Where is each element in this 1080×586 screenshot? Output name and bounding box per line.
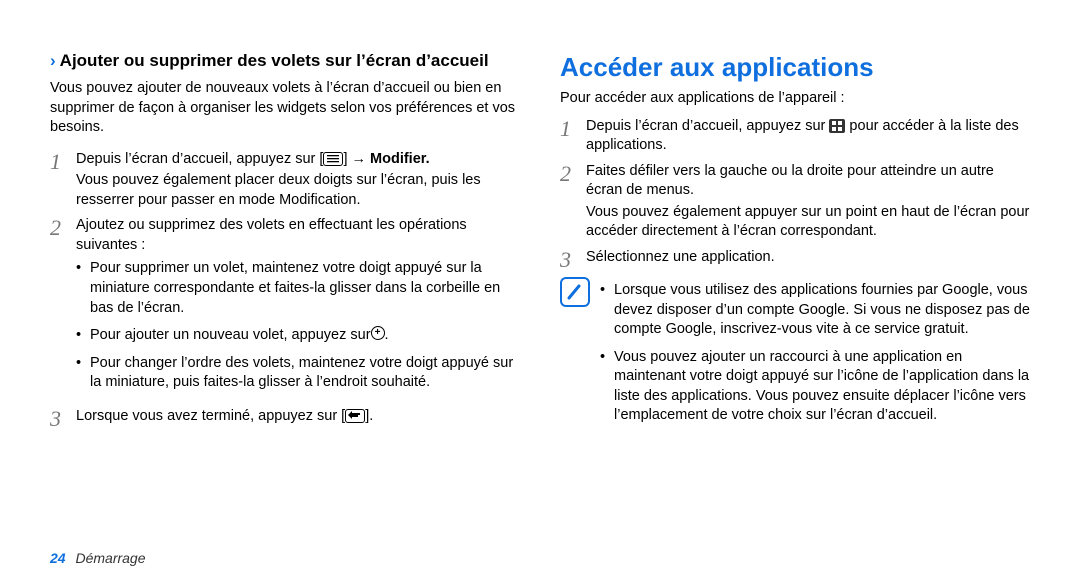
right-step-3: 3 Sélectionnez une application. (560, 248, 1030, 271)
step-text-bold: Modifier. (370, 151, 430, 167)
right-steps: 1 Depuis l’écran d’accueil, appuyez sur … (560, 117, 1030, 271)
menu-key-icon (323, 152, 343, 166)
left-column: › Ajouter ou supprimer des volets sur l’… (50, 50, 520, 436)
step-text: Ajoutez ou supprimez des volets en effec… (76, 217, 467, 253)
left-step-2-bullets: Pour supprimer un volet, maintenez votre… (76, 259, 520, 392)
left-heading-text: Ajouter ou supprimer des volets sur l’éc… (60, 50, 489, 73)
step-text-post: ] → (343, 151, 370, 167)
bullet-text: Lorsque vous utilisez des applications f… (614, 281, 1030, 340)
left-step-1: 1 Depuis l’écran d’accueil, appuyez sur … (50, 150, 520, 211)
step-extra: Vous pouvez également placer deux doigts… (76, 171, 520, 210)
note-block: Lorsque vous utilisez des applications f… (560, 277, 1030, 434)
step-extra: Vous pouvez également appuyer sur un poi… (586, 203, 1030, 242)
bullet-text: Pour supprimer un volet, maintenez votre… (90, 259, 520, 318)
back-key-icon (345, 409, 365, 423)
left-step-2: 2 Ajoutez ou supprimez des volets en eff… (50, 216, 520, 401)
note-icon (560, 277, 590, 307)
step-text: Depuis l’écran d’accueil, appuyez sur [ (76, 151, 323, 167)
add-circle-icon: + (371, 326, 385, 340)
left-subheading: › Ajouter ou supprimer des volets sur l’… (50, 50, 520, 73)
step-number: 1 (50, 150, 76, 211)
list-item: Lorsque vous utilisez des applications f… (600, 281, 1030, 340)
right-step-2: 2 Faites défiler vers la gauche ou la dr… (560, 162, 1030, 242)
right-intro: Pour accéder aux applications de l’appar… (560, 89, 1030, 109)
step-text: Depuis l’écran d’accueil, appuyez sur (586, 118, 829, 134)
step-text: Sélectionnez une application. (586, 249, 775, 265)
bullet-text: Pour changer l’ordre des volets, mainten… (90, 354, 520, 393)
page-footer: 24 Démarrage (50, 550, 146, 566)
step-number: 2 (50, 216, 76, 401)
right-title: Accéder aux applications (560, 50, 1030, 85)
step-number: 3 (50, 407, 76, 430)
period: . (385, 326, 389, 346)
step-number: 1 (560, 117, 586, 156)
list-item: Pour supprimer un volet, maintenez votre… (76, 259, 520, 318)
list-item: Vous pouvez ajouter un raccourci à une a… (600, 348, 1030, 426)
apps-grid-icon (829, 119, 845, 133)
step-text-post: ]. (365, 408, 373, 424)
list-item: Pour ajouter un nouveau volet, appuyez s… (76, 326, 520, 346)
bullet-text: Pour ajouter un nouveau volet, appuyez s… (90, 326, 371, 346)
step-number: 3 (560, 248, 586, 271)
section-name: Démarrage (75, 550, 145, 566)
step-text: Lorsque vous avez terminé, appuyez sur [ (76, 408, 345, 424)
left-steps: 1 Depuis l’écran d’accueil, appuyez sur … (50, 150, 520, 430)
left-step-3: 3 Lorsque vous avez terminé, appuyez sur… (50, 407, 520, 430)
bullet-text: Vous pouvez ajouter un raccourci à une a… (614, 348, 1030, 426)
list-item: Pour changer l’ordre des volets, mainten… (76, 354, 520, 393)
right-column: Accéder aux applications Pour accéder au… (560, 50, 1030, 436)
note-bullets: Lorsque vous utilisez des applications f… (600, 281, 1030, 434)
right-step-1: 1 Depuis l’écran d’accueil, appuyez sur … (560, 117, 1030, 156)
chevron-right-icon: › (50, 50, 56, 73)
page-number: 24 (50, 550, 66, 566)
step-number: 2 (560, 162, 586, 242)
left-intro: Vous pouvez ajouter de nouveaux volets à… (50, 79, 520, 138)
step-text: Faites défiler vers la gauche ou la droi… (586, 163, 994, 199)
